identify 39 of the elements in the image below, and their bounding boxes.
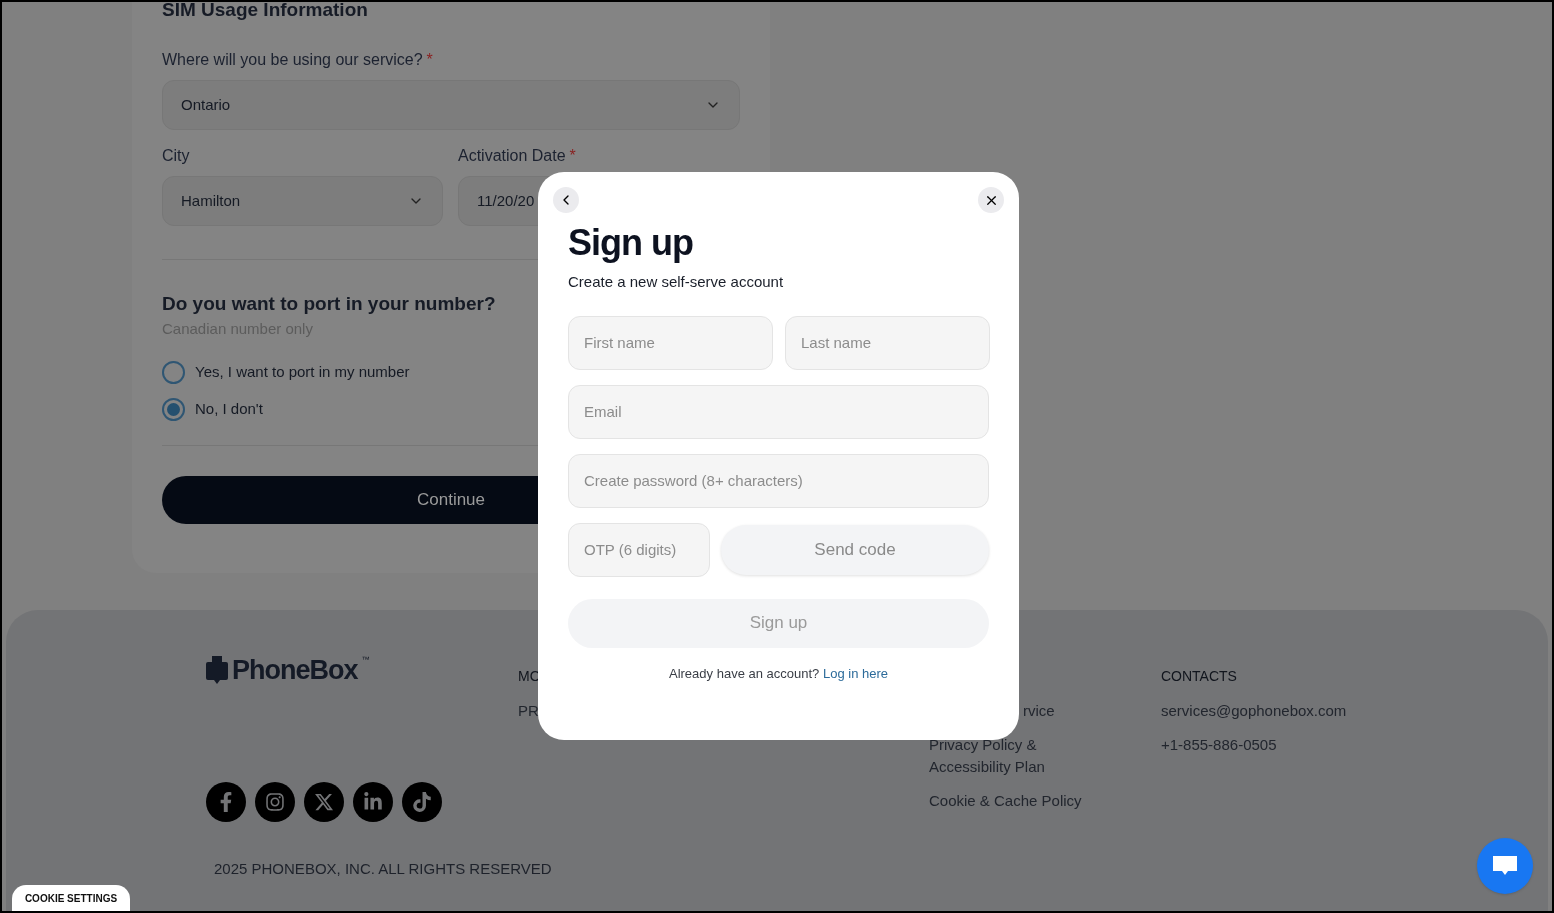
footer-heading: CONTACTS: [1161, 667, 1237, 686]
sign-up-button[interactable]: Sign up: [568, 598, 989, 648]
linkedin-icon[interactable]: [353, 782, 393, 822]
send-code-button[interactable]: Send code: [721, 524, 989, 575]
field-label: City: [162, 146, 191, 166]
field-label: Activation Date *: [458, 146, 577, 166]
dialog-subtitle: Create a new self-serve account: [568, 272, 785, 292]
back-button[interactable]: [553, 187, 579, 213]
close-button[interactable]: [978, 187, 1004, 213]
radio-button[interactable]: [162, 360, 185, 384]
radio-label: No, I don't: [195, 398, 263, 419]
instagram-icon[interactable]: [255, 782, 295, 822]
footer-link[interactable]: PR: [518, 700, 539, 722]
login-prompt: Already have an account?: [669, 665, 820, 681]
radio-button[interactable]: [162, 397, 185, 421]
select-field[interactable]: Ontario: [162, 80, 740, 130]
first-name-field[interactable]: First name: [568, 315, 773, 370]
x-icon[interactable]: [304, 782, 344, 822]
footer-link[interactable]: Cookie & Cache Policy: [929, 790, 1082, 812]
radio-label: Yes, I want to port in my number: [195, 361, 410, 382]
otp-field[interactable]: OTP (6 digits): [568, 522, 710, 577]
footer-link[interactable]: services@gophonebox.com: [1161, 700, 1347, 722]
tiktok-icon[interactable]: [402, 782, 442, 822]
field-label: Where will you be using our service? *: [162, 50, 434, 70]
copyright: 2025 PHONEBOX, INC. ALL RIGHTS RESERVED: [214, 859, 552, 879]
last-name-field[interactable]: Last name: [785, 315, 990, 370]
footer-link[interactable]: +1-855-886-0505: [1161, 734, 1277, 756]
cookie-settings-button[interactable]: COOKIE SETTINGS: [12, 885, 130, 911]
phone-box-logo-icon: [206, 656, 228, 684]
email-field[interactable]: Email: [568, 384, 989, 439]
login-link[interactable]: Log in here: [822, 665, 888, 681]
password-field[interactable]: Create password (8+ characters): [568, 453, 989, 508]
question-title: Do you want to port in your number?: [162, 292, 497, 316]
select-field[interactable]: Hamilton: [162, 176, 443, 226]
dialog-title: Sign up: [568, 223, 694, 263]
facebook-icon[interactable]: [206, 782, 246, 822]
section-title: SIM Usage Information: [162, 2, 369, 20]
footer-link[interactable]: rvice: [1023, 700, 1055, 722]
logo: PhoneBox™: [206, 654, 518, 686]
